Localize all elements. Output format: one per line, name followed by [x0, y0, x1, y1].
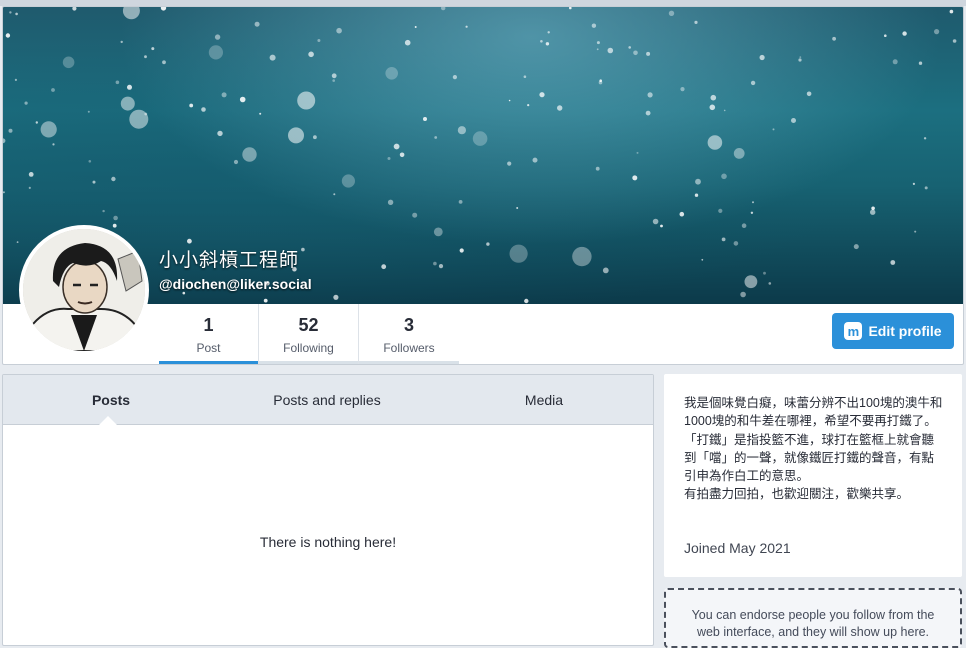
following-label: Following: [283, 341, 334, 355]
counter-following[interactable]: 52 Following: [259, 304, 359, 364]
profile-counters: 1 Post 52 Following 3 Followers: [159, 304, 459, 364]
header-banner: 小小斜槓工程師 @diochen@liker.social: [3, 7, 963, 304]
followers-underline: [359, 361, 459, 364]
posts-underline: [159, 361, 258, 364]
bio-paragraph: 有拍盡力回拍，也歡迎關注，歡樂共享。: [684, 487, 910, 502]
edit-profile-button[interactable]: m Edit profile: [832, 313, 954, 349]
counter-followers[interactable]: 3 Followers: [359, 304, 459, 364]
tab-posts-and-replies[interactable]: Posts and replies: [219, 375, 435, 424]
bio-paragraph: 我是個味覺白癡，味蕾分辨不出100塊的澳牛和1000塊的和牛差在哪裡，希望不要再…: [684, 396, 943, 429]
mastodon-logo-icon: m: [844, 322, 863, 340]
posts-label: Post: [196, 341, 221, 355]
bio-paragraph: 「打鐵」是指投籃不進，球打在籃框上就會聽到「噹」的一聲，就像鐵匠打鐵的聲音，有點…: [684, 432, 935, 484]
followers-count: 3: [403, 315, 414, 335]
avatar-image: [23, 229, 145, 351]
timeline-tabs: Posts Posts and replies Media: [3, 375, 653, 425]
tab-media[interactable]: Media: [435, 375, 653, 424]
account-timeline: Posts Posts and replies Media There is n…: [2, 374, 654, 646]
account-bio: 我是個味覺白癡，味蕾分辨不出100塊的澳牛和1000塊的和牛差在哪裡，希望不要再…: [684, 394, 946, 504]
counter-posts[interactable]: 1 Post: [159, 304, 259, 364]
empty-timeline-message: There is nothing here!: [259, 534, 397, 550]
endorsed-accounts-placeholder: You can endorse people you follow from t…: [664, 588, 962, 648]
account-handle: @diochen@liker.social: [159, 276, 312, 292]
followers-label: Followers: [383, 341, 435, 355]
avatar[interactable]: [19, 225, 149, 355]
following-underline: [259, 361, 358, 364]
following-count: 52: [298, 315, 319, 335]
banner-image: [3, 7, 957, 304]
display-name: 小小斜槓工程師: [159, 250, 300, 271]
posts-count: 1: [203, 315, 214, 335]
profile-header: 小小斜槓工程師 @diochen@liker.social 1 Post 52 …: [2, 6, 964, 365]
joined-date: Joined May 2021: [684, 540, 791, 556]
active-tab-indicator: [99, 416, 117, 425]
edit-profile-label: Edit profile: [868, 323, 942, 339]
account-bio-card: 我是個味覺白癡，味蕾分辨不出100塊的澳牛和1000塊的和牛差在哪裡，希望不要再…: [664, 374, 962, 577]
